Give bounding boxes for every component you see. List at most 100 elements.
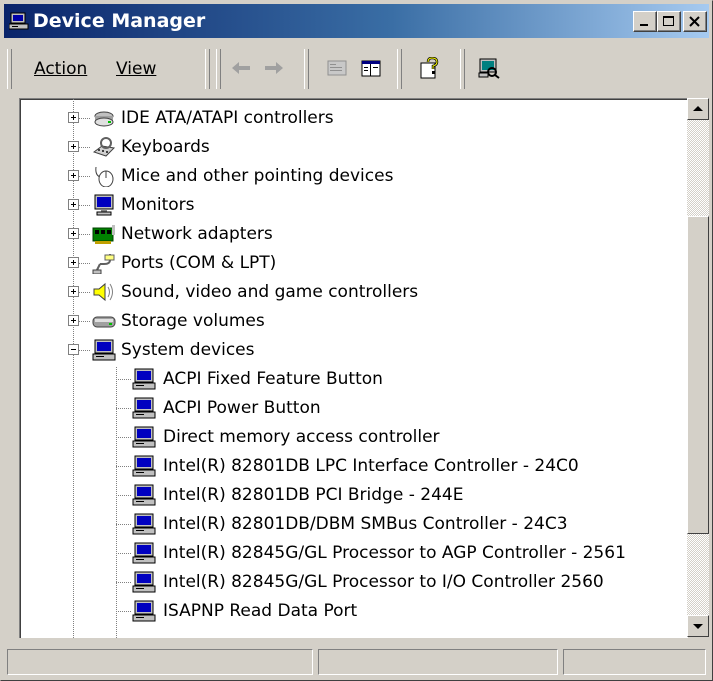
status-panel [7,649,313,675]
maximize-button[interactable] [657,11,681,32]
monitor-icon [94,194,114,216]
close-button[interactable] [683,11,707,32]
tree-item-label: ACPI Power Button [163,398,321,418]
tree-item-label: Network adapters [121,224,273,244]
tree-line [116,495,132,496]
device-manager-icon [9,12,29,30]
toolbar-separator [304,49,309,89]
tree-item-device[interactable]: ISAPNP Read Data Port [20,597,688,626]
tree-item-label: Intel(R) 82801DB/DBM SMBus Controller - … [163,514,568,534]
toolbar-grip[interactable] [216,49,221,89]
device-tree[interactable]: IDE ATA/ATAPI controllers Keyboards Mice a… [19,98,688,638]
system-device-icon [132,484,156,506]
toolbar-separator [460,49,465,89]
system-device-icon [132,542,156,564]
system-device-icon [132,513,156,535]
expand-toggle[interactable] [68,141,79,152]
tree-item-label: ACPI Fixed Feature Button [163,369,383,389]
action-menu[interactable]: Action [34,57,87,81]
toolbar: Action View [4,43,709,95]
tree-item-category[interactable]: System devices [20,336,688,365]
expand-toggle[interactable] [68,315,79,326]
scan-hardware-icon [478,58,500,79]
expand-toggle[interactable] [68,286,79,297]
status-bar [4,647,709,677]
console-tree-icon [361,60,381,77]
tree-item-label: Intel(R) 82845G/GL Processor to AGP Cont… [163,543,626,563]
system-device-icon [132,426,156,448]
close-icon [689,16,700,27]
status-text [564,654,568,670]
system-device-icon [92,339,116,361]
minimize-button[interactable] [633,11,657,32]
vertical-scrollbar[interactable] [687,98,709,637]
back-arrow-icon [232,62,250,74]
tree-item-category[interactable]: Network adapters [20,220,688,249]
tree-item-label: Keyboards [121,137,210,157]
tree-item-device[interactable]: Intel(R) 82845G/GL Processor to I/O Cont… [20,568,688,597]
scroll-down-button[interactable] [687,615,709,637]
properties-icon [327,60,347,76]
tree-item-category[interactable]: Monitors [20,191,688,220]
system-device-icon [132,571,156,593]
help-button[interactable] [414,53,444,83]
tree-item-category[interactable]: Ports (COM & LPT) [20,249,688,278]
expand-toggle[interactable] [68,170,79,181]
system-device-icon [132,368,156,390]
keyboard-icon [92,137,116,157]
tree-item-category[interactable]: IDE ATA/ATAPI controllers [20,104,688,133]
tree-item-device[interactable]: Intel(R) 82845G/GL Processor to AGP Cont… [20,539,688,568]
toolbar-grip[interactable] [7,49,12,89]
back-button[interactable] [226,53,256,83]
system-device-icon [132,455,156,477]
forward-button[interactable] [259,53,289,83]
tree-item-label: System devices [121,340,255,360]
tree-item-device[interactable]: Intel(R) 82801DB/DBM SMBus Controller - … [20,510,688,539]
tree-item-device[interactable]: ACPI Fixed Feature Button [20,365,688,394]
help-icon [420,57,439,79]
scroll-thumb[interactable] [687,216,709,534]
show-hide-console-tree-button[interactable] [356,53,386,83]
scroll-up-button[interactable] [687,98,709,120]
tree-item-label: Storage volumes [121,311,265,331]
tree-item-device[interactable]: Intel(R) 82801DB LPC Interface Controlle… [20,452,688,481]
expand-toggle[interactable] [68,199,79,210]
tree-item-label: Ports (COM & LPT) [121,253,277,273]
toolbar-grip[interactable] [205,49,210,89]
view-menu-label: View [116,59,157,79]
toolbar-separator [397,49,402,89]
arrow-down-icon [693,624,703,629]
scan-hardware-changes-button[interactable] [474,53,504,83]
system-device-icon [132,397,156,419]
view-menu[interactable]: View [116,57,156,81]
tree-item-device[interactable]: Intel(R) 82801DB PCI Bridge - 244E [20,481,688,510]
port-icon [92,254,115,274]
collapse-toggle[interactable] [68,344,79,355]
status-panel [318,649,558,675]
mouse-icon [95,166,114,187]
tree-item-label: IDE ATA/ATAPI controllers [121,108,334,128]
tree-item-category[interactable]: Storage volumes [20,307,688,336]
tree-item-device[interactable]: Direct memory access controller [20,423,688,452]
tree-item-label: Direct memory access controller [163,427,440,447]
tree-item-category[interactable]: Sound, video and game controllers [20,278,688,307]
minimize-icon [640,24,648,26]
expand-toggle[interactable] [68,257,79,268]
properties-button[interactable] [322,53,352,83]
storage-volume-icon [92,316,116,328]
status-text [8,654,12,670]
tree-item-label: Intel(R) 82845G/GL Processor to I/O Cont… [163,572,604,592]
tree-line [116,582,132,583]
tree-line [116,553,132,554]
system-device-icon [132,600,156,622]
tree-item-category[interactable]: Keyboards [20,133,688,162]
title-bar[interactable]: Device Manager [4,4,709,38]
expand-toggle[interactable] [68,228,79,239]
tree-item-label: Monitors [121,195,195,215]
tree-line [116,524,132,525]
tree-item-category[interactable]: Mice and other pointing devices [20,162,688,191]
forward-arrow-icon [265,62,283,74]
tree-item-device[interactable]: ACPI Power Button [20,394,688,423]
expand-toggle[interactable] [68,112,79,123]
tree-line [116,466,132,467]
